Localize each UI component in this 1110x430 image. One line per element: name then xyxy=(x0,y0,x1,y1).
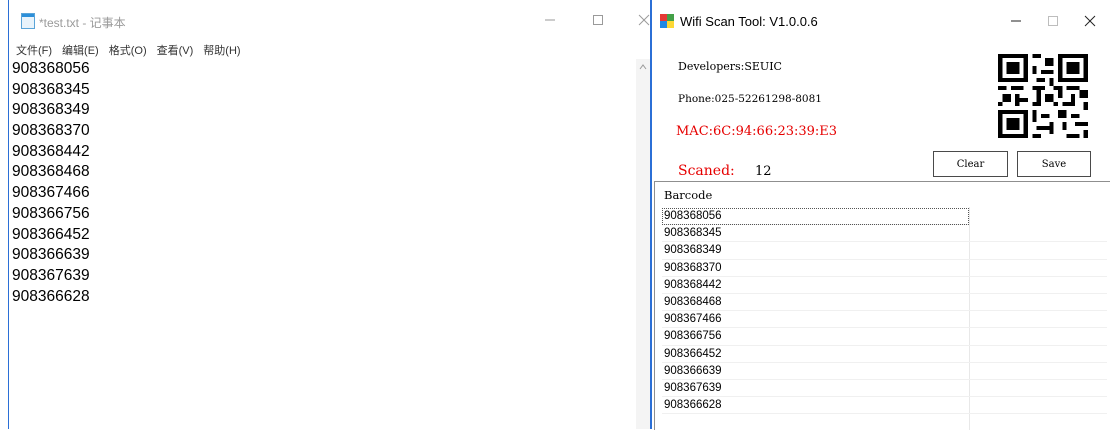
table-row[interactable]: 908368345 xyxy=(662,225,1107,243)
wifi-maximize-icon xyxy=(1033,8,1073,34)
clear-button[interactable]: Clear xyxy=(933,151,1008,177)
menu-view[interactable]: 查看(V) xyxy=(157,42,194,58)
notepad-app-icon xyxy=(21,13,35,29)
menu-file[interactable]: 文件(F) xyxy=(16,42,52,58)
scroll-up-icon[interactable] xyxy=(636,59,650,75)
text-line: 908366756 xyxy=(12,204,90,222)
table-row[interactable]: 908366628 xyxy=(662,397,1107,415)
developers-label: Developers:SEUIC xyxy=(678,60,782,73)
text-line: 908368349 xyxy=(12,101,90,119)
save-button[interactable]: Save xyxy=(1017,151,1091,177)
barcode-list[interactable]: Barcode 908368056 908368345 908368349 90… xyxy=(654,181,1110,430)
table-row[interactable]: 908366756 xyxy=(662,328,1107,346)
notepad-window: *test.txt - 记事本 文件(F) 编辑(E) 格式(O) 查看(V) … xyxy=(0,0,652,429)
text-line: 908366639 xyxy=(12,246,90,264)
text-line: 908367466 xyxy=(12,184,90,202)
wifi-close-icon[interactable] xyxy=(1070,8,1110,34)
app-window-icon xyxy=(660,14,674,28)
table-row[interactable]: 908368370 xyxy=(662,260,1107,277)
text-line: 908366452 xyxy=(12,225,90,243)
notepad-text-area[interactable]: 908368056 908368345 908368349 908368370 … xyxy=(12,59,636,429)
wifi-tool-title: Wifi Scan Tool: V1.0.0.6 xyxy=(680,14,818,29)
wifi-tool-title-bar[interactable]: Wifi Scan Tool: V1.0.0.6 xyxy=(652,0,1110,40)
text-line: 908367639 xyxy=(12,266,90,284)
phone-label: Phone:025-52261298-8081 xyxy=(678,93,822,105)
text-line: 908368345 xyxy=(12,80,90,98)
notepad-minimize-icon[interactable] xyxy=(527,6,573,34)
scaned-count: 12 xyxy=(755,164,772,179)
table-row[interactable]: 908368468 xyxy=(662,294,1107,312)
text-line: 908368442 xyxy=(12,142,90,160)
text-line: 908366628 xyxy=(12,287,90,305)
notepad-vertical-scrollbar[interactable] xyxy=(636,59,650,429)
table-row[interactable]: 908368349 xyxy=(662,242,1107,260)
notepad-title: *test.txt - 记事本 xyxy=(39,16,126,30)
barcode-rows: 908368056 908368345 908368349 908368370 … xyxy=(662,208,1107,415)
table-row[interactable]: 908367639 xyxy=(662,380,1107,398)
notepad-maximize-icon[interactable] xyxy=(575,6,621,34)
qr-code-icon xyxy=(998,54,1088,138)
menu-format[interactable]: 格式(O) xyxy=(109,42,147,58)
table-row[interactable]: 908366639 xyxy=(662,363,1107,380)
menu-help[interactable]: 帮助(H) xyxy=(203,42,240,58)
scaned-label: Scaned: xyxy=(678,163,735,179)
notepad-left-border xyxy=(8,0,9,429)
notepad-menu-bar: 文件(F) 编辑(E) 格式(O) 查看(V) 帮助(H) xyxy=(16,42,241,58)
table-row[interactable]: 908368056 xyxy=(662,208,969,226)
text-line: 908368370 xyxy=(12,122,90,140)
menu-edit[interactable]: 编辑(E) xyxy=(62,42,99,58)
barcode-column-header[interactable]: Barcode xyxy=(664,188,712,202)
table-row[interactable]: 908368442 xyxy=(662,277,1107,294)
table-row[interactable]: 908367466 xyxy=(662,311,1107,329)
wifi-minimize-icon[interactable] xyxy=(996,8,1036,34)
mac-address-label: MAC:6C:94:66:23:39:E3 xyxy=(676,124,838,139)
notepad-title-bar[interactable]: *test.txt - 记事本 xyxy=(9,0,650,40)
wifi-scan-tool-window: Wifi Scan Tool: V1.0.0.6 Developers:SEUI… xyxy=(652,0,1110,430)
text-line: 908368468 xyxy=(12,163,90,181)
table-row[interactable]: 908366452 xyxy=(662,346,1107,363)
text-line: 908368056 xyxy=(12,60,90,77)
